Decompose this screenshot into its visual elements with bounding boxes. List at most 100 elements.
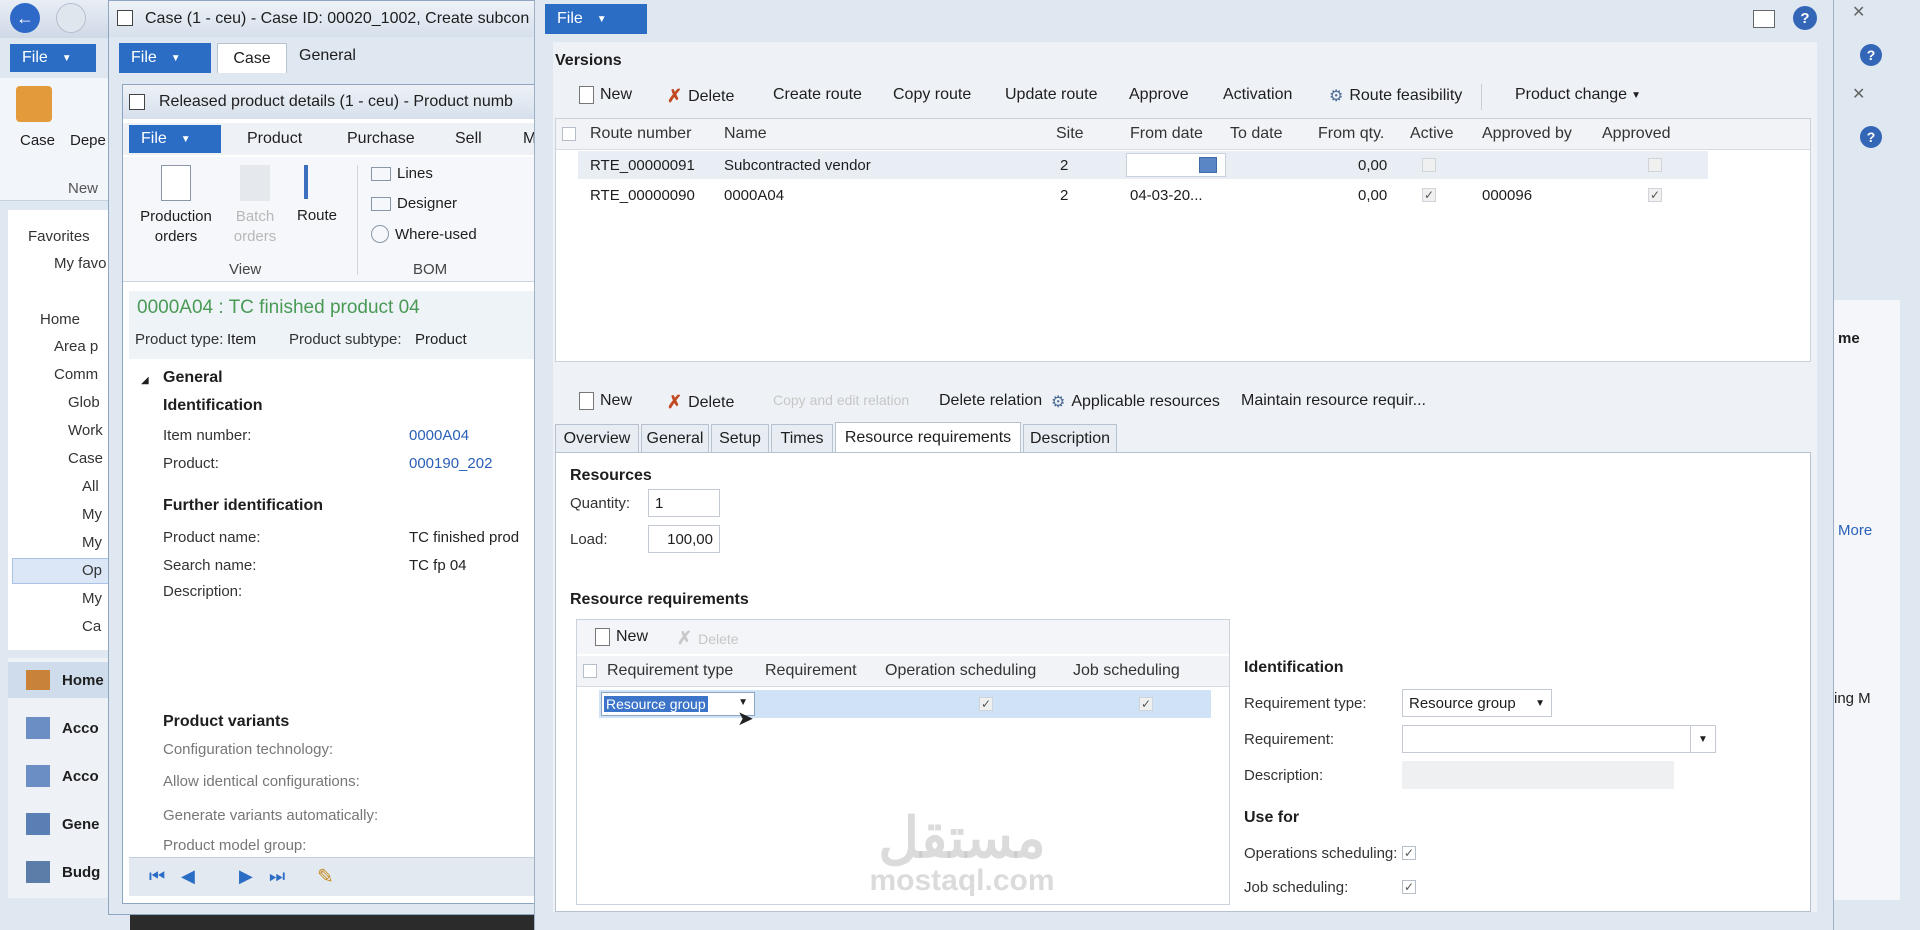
open-node[interactable]: Op [82,562,102,579]
approved-checkbox[interactable] [1648,158,1662,172]
tab-setup[interactable]: Setup [711,424,769,452]
col-job-scheduling[interactable]: Job scheduling [1073,662,1180,680]
module-acco-1[interactable]: Acco [8,710,99,746]
my-favorites-node[interactable]: My favo [54,255,107,272]
last-record-icon[interactable]: ⏭ [269,866,285,887]
menu-sell[interactable]: Sell [455,130,482,148]
calendar-icon[interactable] [1199,157,1217,173]
case-file-button[interactable]: File ▼ [119,43,211,73]
ca-node[interactable]: Ca [82,618,101,635]
more-link[interactable]: More [1838,522,1872,539]
where-used-button[interactable]: Where-used [371,225,477,243]
prev-record-icon[interactable]: ◀ [181,866,195,887]
collapse-arrow-icon[interactable]: ◢ [141,375,149,386]
new-requirement-button[interactable]: New [595,628,648,646]
next-record-icon[interactable]: ▶ [239,866,253,887]
close-icon[interactable]: ✕ [1852,84,1865,104]
back-button[interactable]: ← [10,3,40,33]
first-record-icon[interactable]: ⏮ [149,866,165,887]
case-node[interactable]: Case [68,450,103,467]
req-type-select[interactable]: Resource group ▼ [1402,689,1552,717]
job-scheduling-checkbox[interactable]: ✓ [1139,697,1153,711]
col-approved-by[interactable]: Approved by [1482,125,1572,143]
home-node[interactable]: Home [40,311,80,328]
area-page-node[interactable]: Area p [54,338,98,355]
requirement-type-dropdown[interactable]: Resource group ▼ [601,692,755,716]
col-route-number[interactable]: Route number [590,125,691,143]
my-node-3[interactable]: My [82,590,102,607]
col-approved[interactable]: Approved [1602,125,1671,143]
applicable-resources-button[interactable]: ⚙ Applicable resources [1051,392,1220,412]
search-name-value[interactable]: TC fp 04 [409,557,467,574]
tab-overview[interactable]: Overview [555,424,639,452]
load-input[interactable]: 100,00 [648,525,720,553]
delete-route-button[interactable]: ✗ Delete [667,86,734,107]
favorites-node[interactable]: Favorites [28,228,90,245]
active-checkbox[interactable]: ✓ [1422,188,1436,202]
product-file-button[interactable]: File ▼ [129,125,221,153]
col-from-qty[interactable]: From qty. [1318,125,1384,143]
product-name-value[interactable]: TC finished prod [409,529,519,546]
job-scheduling-checkbox[interactable]: ✓ [1402,880,1416,894]
operations-scheduling-checkbox[interactable]: ✓ [1402,846,1416,860]
activation-button[interactable]: Activation [1223,86,1292,104]
update-route-button[interactable]: Update route [1005,86,1098,104]
module-acco-2[interactable]: Acco [8,758,99,794]
select-all-checkbox[interactable] [562,127,576,141]
quantity-input[interactable]: 1 [648,489,720,517]
work-node[interactable]: Work [68,422,103,439]
route-button[interactable]: Route [289,161,345,257]
operation-scheduling-checkbox[interactable]: ✓ [979,697,993,711]
edit-icon[interactable]: ✎ [317,864,334,889]
create-route-button[interactable]: Create route [773,86,862,104]
help-icon[interactable]: ? [1793,6,1817,30]
menu-product[interactable]: Product [247,130,302,148]
tab-resource-requirements[interactable]: Resource requirements [835,422,1021,452]
help-icon[interactable]: ? [1860,44,1882,66]
new-relation-button[interactable]: New [579,392,632,410]
route-file-button[interactable]: File ▼ [545,4,647,34]
module-budg[interactable]: Budg [8,854,100,890]
delete-relation-button[interactable]: Delete relation [939,392,1042,410]
col-site[interactable]: Site [1056,125,1084,143]
depe-button-label[interactable]: Depe [70,132,106,149]
item-number-value[interactable]: 0000A04 [409,427,469,444]
general-section-title[interactable]: General [163,369,223,387]
global-node[interactable]: Glob [68,394,100,411]
all-node[interactable]: All [82,478,99,495]
approved-checkbox[interactable]: ✓ [1648,188,1662,202]
col-requirement[interactable]: Requirement [765,662,857,680]
col-name[interactable]: Name [724,125,767,143]
production-orders-button[interactable]: Production orders [131,161,221,257]
lines-button[interactable]: Lines [371,165,433,182]
forward-button[interactable] [56,3,86,33]
col-from-date[interactable]: From date [1130,125,1203,143]
window-layout-icon[interactable] [1753,10,1775,28]
common-node[interactable]: Comm [54,366,98,383]
delete-relation-x-button[interactable]: ✗ Delete [667,392,734,413]
approve-button[interactable]: Approve [1129,86,1189,104]
col-operation-scheduling[interactable]: Operation scheduling [885,662,1036,680]
copy-route-button[interactable]: Copy route [893,86,971,104]
table-row[interactable]: RTE_00000091 Subcontracted vendor 2 0,00 [578,151,1708,179]
product-change-button[interactable]: Product change ▼ [1515,86,1641,104]
table-row[interactable]: RTE_00000090 0000A04 2 04-03-20... 0,00 … [578,181,1708,209]
active-checkbox[interactable] [1422,158,1436,172]
select-all-checkbox[interactable] [583,664,597,678]
tab-general[interactable]: General [641,424,709,452]
product-value[interactable]: 000190_202 [409,455,492,472]
menu-purchase[interactable]: Purchase [347,130,415,148]
tab-case[interactable]: Case [217,43,287,73]
requirement-select[interactable]: ▼ [1402,725,1716,753]
module-gene[interactable]: Gene [8,806,100,842]
main-file-button[interactable]: File ▼ [10,44,96,72]
my-node-1[interactable]: My [82,506,102,523]
tab-general[interactable]: General [299,47,356,65]
col-requirement-type[interactable]: Requirement type [607,662,733,680]
help-icon[interactable]: ? [1860,126,1882,148]
from-date-input[interactable] [1126,153,1226,177]
dropdown-arrow-icon[interactable]: ▼ [1690,726,1715,752]
my-node-2[interactable]: My [82,534,102,551]
new-route-button[interactable]: New [579,86,632,104]
col-to-date[interactable]: To date [1230,125,1282,143]
